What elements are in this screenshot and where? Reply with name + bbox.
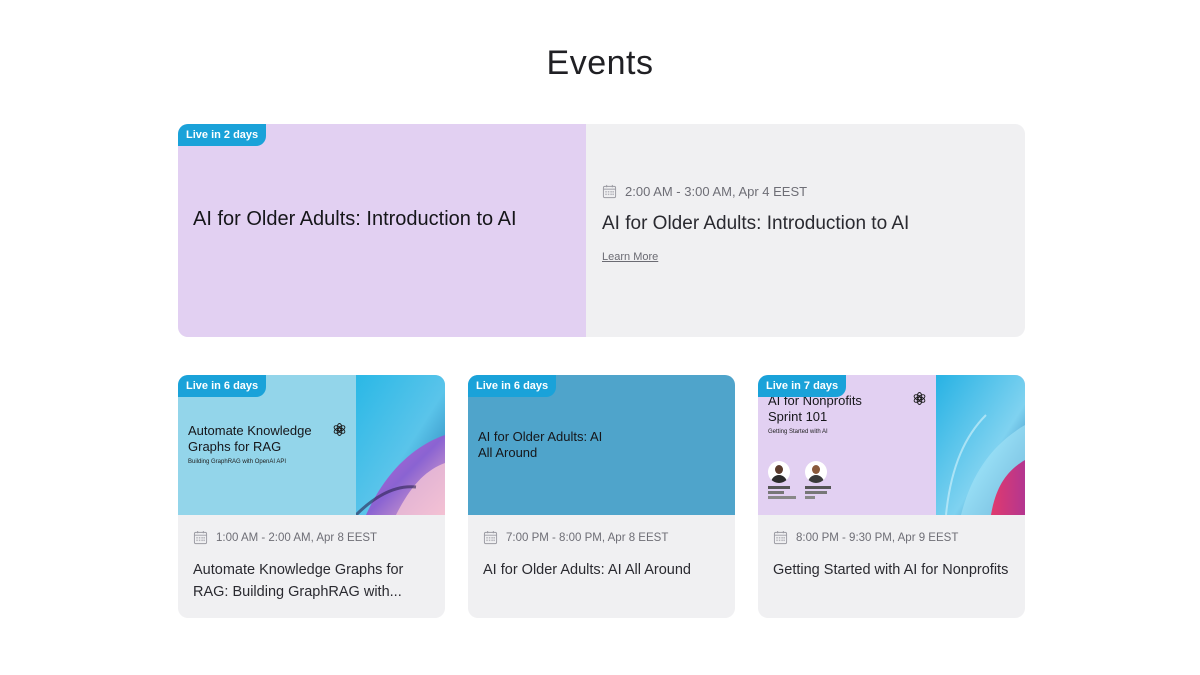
thumbnail-title: Automate Knowledge Graphs for RAG [188,423,312,454]
calendar-icon [483,530,498,545]
event-datetime: 7:00 PM - 8:00 PM, Apr 8 EEST [483,530,723,545]
calendar-icon [602,184,617,199]
calendar-icon [193,530,208,545]
event-datetime-text: 7:00 PM - 8:00 PM, Apr 8 EEST [506,531,669,544]
event-card[interactable]: AI for Older Adults: AI All Around Live … [468,375,735,618]
event-datetime-text: 2:00 AM - 3:00 AM, Apr 4 EEST [625,184,808,199]
abstract-artwork [356,375,445,515]
live-badge: Live in 2 days [178,124,267,146]
speaker-avatar [768,461,790,483]
event-thumbnail[interactable]: AI for Older Adults: AI All Around Live … [468,375,735,515]
event-thumbnail[interactable]: AI for Nonprofits Sprint 101 Getting Sta… [758,375,1025,515]
event-info: 1:00 AM - 2:00 AM, Apr 8 EEST Automate K… [193,530,433,603]
featured-event-info: 2:00 AM - 3:00 AM, Apr 4 EEST AI for Old… [602,184,1012,265]
featured-event-title[interactable]: AI for Older Adults: Introduction to AI [602,211,1012,237]
event-thumbnail[interactable]: Automate Knowledge Graphs for RAG Buildi… [178,375,445,515]
event-card[interactable]: AI for Nonprofits Sprint 101 Getting Sta… [758,375,1025,618]
event-datetime-text: 1:00 AM - 2:00 AM, Apr 8 EEST [216,531,378,544]
learn-more-link[interactable]: Learn More [602,251,658,263]
event-title[interactable]: Automate Knowledge Graphs for RAG: Build… [193,559,433,603]
event-datetime: 1:00 AM - 2:00 AM, Apr 8 EEST [193,530,433,545]
featured-event-thumbnail[interactable]: AI for Older Adults: Introduction to AI … [178,124,586,337]
event-title[interactable]: AI for Older Adults: AI All Around [483,559,723,581]
thumbnail-subtitle: Building GraphRAG with OpenAI API [188,459,287,465]
thumbnail-title: AI for Older Adults: AI All Around [478,429,603,460]
page-title: Events [546,44,654,82]
event-info: 7:00 PM - 8:00 PM, Apr 8 EEST AI for Old… [483,530,723,581]
featured-event-card[interactable]: AI for Older Adults: Introduction to AI … [178,124,1025,337]
speaker-caption [805,486,849,499]
thumbnail-subtitle: Getting Started with AI [768,429,828,435]
live-badge: Live in 7 days [758,375,847,397]
thumbnail-title: AI for Nonprofits Sprint 101 [768,393,862,424]
event-datetime: 2:00 AM - 3:00 AM, Apr 4 EEST [602,184,1012,199]
openai-logo-icon [912,391,927,406]
speaker-avatar [805,461,827,483]
event-title[interactable]: Getting Started with AI for Nonprofits [773,559,1013,581]
event-info: 8:00 PM - 9:30 PM, Apr 9 EEST Getting St… [773,530,1013,581]
live-badge: Live in 6 days [468,375,557,397]
live-badge: Live in 6 days [178,375,267,397]
event-card[interactable]: Automate Knowledge Graphs for RAG Buildi… [178,375,445,618]
event-datetime: 8:00 PM - 9:30 PM, Apr 9 EEST [773,530,1013,545]
calendar-icon [773,530,788,545]
event-datetime-text: 8:00 PM - 9:30 PM, Apr 9 EEST [796,531,959,544]
openai-logo-icon [332,422,347,437]
featured-thumbnail-title: AI for Older Adults: Introduction to AI [193,208,517,230]
abstract-artwork [936,375,1025,515]
